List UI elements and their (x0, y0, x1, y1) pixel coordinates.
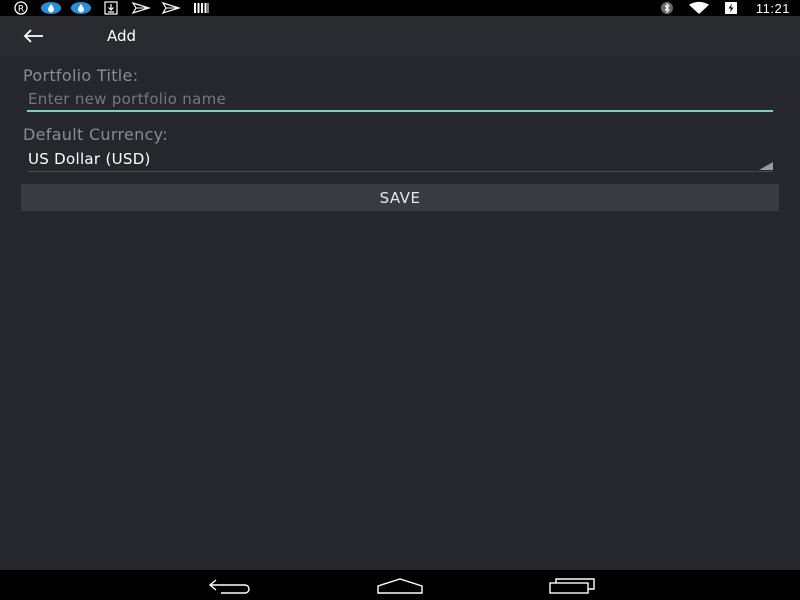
status-system: 11:21 (656, 1, 790, 16)
registered-icon: R (10, 1, 32, 15)
status-notifications: R (10, 1, 212, 15)
svg-text:R: R (18, 5, 24, 15)
bluetooth-icon (656, 1, 678, 15)
back-button[interactable] (23, 16, 73, 56)
download-icon (100, 1, 122, 15)
clock: 11:21 (755, 0, 790, 16)
nav-home-button[interactable] (375, 576, 425, 596)
barcode-icon (190, 1, 212, 15)
status-bar: R 11:21 (0, 0, 800, 16)
app-drop-icon (40, 1, 62, 15)
send-icon (160, 1, 182, 15)
app-bar: Add (0, 16, 800, 56)
default-currency-label: Default Currency: (23, 125, 168, 144)
save-button[interactable]: SAVE (21, 184, 779, 211)
recents-icon (549, 578, 595, 594)
currency-dropdown[interactable]: US Dollar (USD) (27, 146, 773, 172)
system-nav-bar (0, 570, 800, 600)
nav-recents-button[interactable] (546, 576, 598, 596)
nav-back-button[interactable] (205, 576, 255, 596)
send-icon (130, 1, 152, 15)
home-icon (377, 578, 423, 594)
dropdown-arrow-icon (759, 162, 773, 170)
wifi-icon (688, 1, 710, 15)
app-drop-icon (70, 1, 92, 15)
arrow-left-icon (23, 29, 43, 43)
battery-charging-icon (720, 1, 742, 15)
portfolio-title-input[interactable] (27, 88, 773, 112)
portfolio-title-label: Portfolio Title: (23, 66, 139, 85)
currency-selected-value: US Dollar (USD) (28, 150, 151, 168)
back-icon (208, 579, 250, 594)
page-title: Add (107, 27, 137, 45)
